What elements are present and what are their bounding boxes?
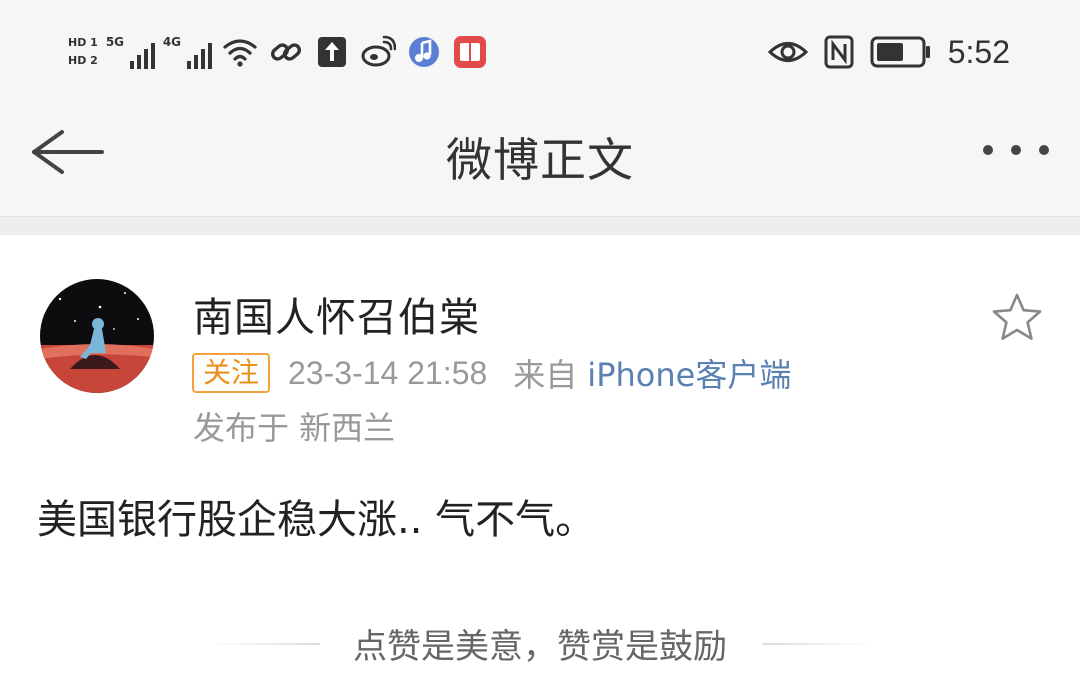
divider	[762, 643, 872, 645]
post-meta: 关注 23-3-14 21:58 来自 iPhone客户端	[192, 351, 791, 395]
avatar-image	[40, 279, 154, 393]
source-client-link[interactable]: iPhone客户端	[587, 350, 791, 396]
signal-5g-label: 5G	[105, 35, 125, 49]
signal-4g: 4G	[162, 35, 212, 69]
cellular-signal-icon	[129, 43, 155, 69]
wifi-icon	[223, 39, 257, 67]
upload-icon	[317, 37, 346, 67]
cellular-signal-icon	[186, 43, 212, 69]
hd2-label: HD 2	[68, 54, 98, 67]
nav-bar: 微博正文	[0, 100, 1080, 217]
reward-section: 点赞是美意，赞赏是鼓励	[0, 619, 1080, 669]
book-icon	[453, 36, 486, 68]
section-divider	[0, 217, 1080, 235]
post-timestamp: 23-3-14 21:58	[288, 354, 488, 391]
hd-indicator: HD 1 HD 2	[68, 37, 98, 67]
hd1-label: HD 1	[68, 36, 98, 49]
nfc-icon	[824, 35, 854, 69]
post-location: 发布于 新西兰	[193, 409, 396, 447]
music-icon	[408, 37, 439, 67]
avatar[interactable]	[40, 279, 154, 393]
reward-text: 点赞是美意，赞赏是鼓励	[353, 627, 727, 667]
status-bar-left: HD 1 HD 2 5G 4G	[68, 30, 488, 74]
post-body: 美国银行股企稳大涨.. 气不气。	[37, 497, 596, 543]
weibo-icon	[361, 35, 396, 67]
status-bar-right: 5:52	[767, 30, 1010, 74]
star-icon[interactable]	[990, 291, 1044, 345]
clock-time: 5:52	[947, 33, 1010, 70]
status-bar: HD 1 HD 2 5G 4G 5:52	[0, 0, 1080, 100]
battery-icon	[870, 36, 930, 68]
signal-4g-label: 4G	[162, 35, 182, 49]
more-icon[interactable]	[980, 138, 1052, 162]
source-label: 来自	[513, 356, 578, 394]
follow-button[interactable]: 关注	[192, 353, 271, 393]
page-title: 微博正文	[446, 133, 634, 187]
signal-5g: 5G	[105, 35, 155, 69]
divider	[210, 643, 320, 645]
link-icon	[270, 43, 301, 61]
author-name[interactable]: 南国人怀召伯棠	[193, 285, 480, 343]
eye-icon	[767, 42, 808, 62]
weibo-post: 南国人怀召伯棠 关注 23-3-14 21:58 来自 iPhone客户端 发布…	[0, 235, 1080, 684]
